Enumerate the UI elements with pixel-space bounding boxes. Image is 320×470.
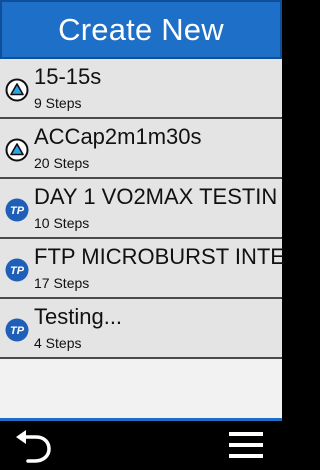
workout-title: DAY 1 VO2MAX TESTIN [34,184,278,209]
workout-title: ACCap2m1m30s [34,124,202,149]
svg-text:TP: TP [10,205,25,217]
workout-item[interactable]: TP FTP MICROBURST INTE 17 Steps [0,239,285,299]
workout-item[interactable]: 15-15s 9 Steps [0,59,282,119]
workout-steps: 9 Steps [34,95,82,111]
hamburger-menu-icon[interactable] [228,430,264,460]
workout-item[interactable]: TP Testing... 4 Steps [0,299,282,359]
workout-steps: 20 Steps [34,155,90,171]
workout-steps: 4 Steps [34,335,82,351]
trainingpeaks-icon: TP [5,198,29,222]
workout-item[interactable]: ACCap2m1m30s 20 Steps [0,119,282,179]
garmin-triangle-icon [5,138,29,162]
garmin-triangle-icon [5,78,29,102]
workout-steps: 17 Steps [34,275,90,291]
workout-title: 15-15s [34,64,102,89]
trainingpeaks-icon: TP [5,318,29,342]
svg-text:TP: TP [10,265,25,277]
footer-bar [0,421,282,470]
create-new-button[interactable]: Create New [0,0,282,59]
trainingpeaks-icon: TP [5,258,29,282]
workout-item[interactable]: TP DAY 1 VO2MAX TESTIN 10 Steps [0,179,282,239]
workout-title: Testing... [34,304,123,329]
svg-text:TP: TP [10,325,25,337]
back-arrow-icon[interactable] [14,427,54,465]
workout-steps: 10 Steps [34,215,90,231]
list-empty-area [0,359,282,419]
create-new-label: Create New [58,11,224,47]
workout-title: FTP MICROBURST INTE [34,244,285,269]
workout-list: 15-15s 9 Steps ACCap2m1m30s 20 Steps TP … [0,59,285,419]
